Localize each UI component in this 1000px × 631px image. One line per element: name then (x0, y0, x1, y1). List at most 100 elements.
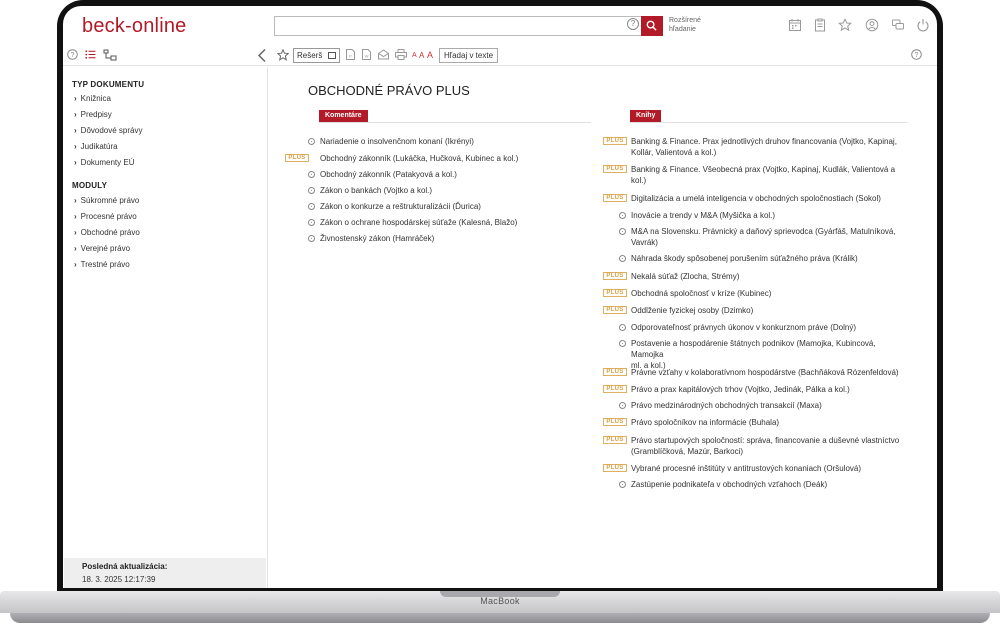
section-tab-commentaries: Komentáre (319, 110, 368, 122)
book-item[interactable]: Digitalizácia a umelá inteligencia v obc… (631, 193, 903, 204)
commentary-item[interactable]: Živnostenský zákon (Hamráček) (320, 233, 434, 244)
plus-badge: PLUS (603, 306, 627, 314)
commentary-item[interactable]: Nariadenie o insolvenčnom konaní (Ikrény… (320, 136, 474, 147)
calendar-icon[interactable] (788, 18, 802, 32)
bullet-icon (308, 219, 315, 226)
book-item-line: Postavenie a hospodárenie štátnych podni… (631, 339, 876, 359)
modules-heading: MODULY (72, 181, 108, 190)
book-item-line: Zastúpenie podnikateľa v obchodných vzťa… (631, 480, 828, 489)
favorite-star-icon[interactable] (277, 49, 289, 61)
svg-text:?: ? (71, 52, 75, 59)
book-item[interactable]: Inovácie a trendy v M&A (Myšička a kol.) (631, 210, 903, 221)
plus-badge: PLUS (603, 368, 627, 376)
list-icon[interactable] (85, 49, 96, 60)
plus-badge: PLUS (285, 154, 309, 162)
book-item-line: Vavrák) (631, 238, 658, 247)
laptop-base: MacBook (0, 591, 1000, 631)
book-item[interactable]: Vybrané procesné inštitúty v antitrustov… (631, 463, 903, 474)
sidebar-item-verejne-pravo[interactable]: Verejné právo (74, 244, 130, 253)
plus-badge: PLUS (603, 436, 627, 444)
chat-icon[interactable] (891, 18, 905, 32)
svg-text:P: P (349, 54, 352, 59)
font-size-large[interactable]: A (427, 50, 433, 60)
sidebar-item-dokumenty-eu[interactable]: Dokumenty EÚ (74, 158, 135, 167)
sidebar: TYP DOKUMENTU Knižnica Predpisy Dôvodové… (63, 67, 268, 588)
search-button[interactable] (641, 16, 663, 36)
book-item[interactable]: Odporovateľnosť právnych úkonov v konkur… (631, 322, 903, 333)
svg-text:W: W (365, 54, 369, 59)
bullet-icon (308, 235, 315, 242)
device-brand-label: MacBook (480, 596, 520, 606)
commentary-item[interactable]: Zákon o konkurze a reštrukturalizácii (Ď… (320, 201, 481, 212)
plus-badge: PLUS (603, 418, 627, 426)
print-icon[interactable] (395, 49, 407, 60)
sidebar-item-obchodne-pravo[interactable]: Obchodné právo (74, 228, 140, 237)
research-button[interactable]: Rešerš (293, 48, 340, 63)
book-item[interactable]: Právo startupových spoločností: správa, … (631, 435, 903, 457)
bullet-icon (619, 340, 626, 347)
book-item-line: Digitalizácia a umelá inteligencia v obc… (631, 194, 881, 203)
book-item[interactable]: Obchodná spoločnosť v kríze (Kubinec) (631, 288, 903, 299)
page-help-icon[interactable]: ? (911, 49, 922, 60)
plus-badge: PLUS (603, 272, 627, 280)
sidebar-item-sukromne-pravo[interactable]: Súkromné právo (74, 196, 140, 205)
star-icon[interactable] (838, 18, 852, 32)
book-item-line: Právo medzinárodných obchodných transakc… (631, 401, 822, 410)
book-item[interactable]: Banking & Finance. Všeobecná prax (Vojtk… (631, 164, 903, 186)
sidebar-item-kniznica[interactable]: Knižnica (74, 94, 111, 103)
last-update-title: Posledná aktualizácia: (82, 562, 168, 571)
user-icon[interactable] (865, 18, 879, 32)
book-item[interactable]: Banking & Finance. Prax jednotlivých dru… (631, 136, 903, 158)
tree-icon[interactable] (103, 49, 117, 61)
sidebar-item-predpisy[interactable]: Predpisy (74, 110, 112, 119)
bullet-icon (308, 203, 315, 210)
commentary-item[interactable]: Zákon o bankách (Vojtko a kol.) (320, 185, 432, 196)
commentary-item[interactable]: Zákon o ochrane hospodárskej súťaže (Kal… (320, 217, 517, 228)
font-size-medium[interactable]: A (419, 51, 424, 60)
book-item-line: (Gramblíčková, Mazúr, Barkoci) (631, 447, 744, 456)
book-item-line: Inovácie a trendy v M&A (Myšička a kol.) (631, 211, 776, 220)
book-item-line: Vybrané procesné inštitúty v antitrustov… (631, 464, 862, 473)
advanced-search-link[interactable]: Rozšírené hľadanie (669, 16, 701, 34)
sidebar-item-judikatura[interactable]: Judikatúra (74, 142, 118, 151)
plus-badge: PLUS (603, 137, 627, 145)
search-input[interactable]: ? (274, 16, 663, 36)
book-item-line: kol.) (631, 176, 647, 185)
book-item[interactable]: Právo spoločníkov na informácie (Buhala) (631, 417, 903, 428)
search-help-icon[interactable]: ? (627, 18, 639, 30)
book-item[interactable]: Zastúpenie podnikateľa v obchodných vzťa… (631, 479, 903, 490)
bullet-icon (619, 324, 626, 331)
book-item[interactable]: M&A na Slovensku. Právnický a daňový spr… (631, 226, 903, 248)
pdf-icon[interactable]: P (346, 49, 355, 60)
book-item-line: Obchodná spoločnosť v kríze (Kubinec) (631, 289, 772, 298)
search-in-text-button[interactable]: Hľadaj v texte (439, 48, 499, 63)
sidebar-item-dovodove-spravy[interactable]: Dôvodové správy (74, 126, 143, 135)
book-item-line: Banking & Finance. Všeobecná prax (Vojtk… (631, 165, 896, 174)
word-icon[interactable]: W (362, 49, 371, 60)
sidebar-item-trestne-pravo[interactable]: Trestné právo (74, 260, 130, 269)
help-icon[interactable]: ? (67, 49, 78, 60)
site-logo[interactable]: beck-online (82, 15, 187, 38)
book-item[interactable]: Nekalá súťaž (Zlocha, Strémy) (631, 271, 903, 282)
email-icon[interactable] (378, 49, 389, 60)
site-header: beck-online ? Rozšírené hľadanie (63, 6, 937, 46)
sidebar-item-procesne-pravo[interactable]: Procesné právo (74, 212, 137, 221)
book-item[interactable]: Právne vzťahy v kolaboratívnom hospodárs… (631, 367, 903, 378)
advanced-search-line-1: Rozšírené (669, 17, 701, 24)
font-size-small[interactable]: A (412, 52, 417, 59)
toolbar: ? Rešerš P W A A A Hľadaj v texte ? (63, 46, 937, 66)
plus-badge: PLUS (603, 464, 627, 472)
commentary-item[interactable]: Obchodný zákonník (Lukáčka, Hučková, Kub… (320, 153, 518, 164)
book-item-line: Právo startupových spoločností: správa, … (631, 436, 900, 445)
book-item[interactable]: Náhrada škody spôsobenej porušením súťaž… (631, 253, 903, 264)
bullet-icon (619, 255, 626, 262)
power-icon[interactable] (916, 18, 930, 32)
book-item[interactable]: Oddlženie fyzickej osoby (Dzimko) (631, 305, 903, 316)
clipboard-icon[interactable] (813, 18, 827, 32)
last-update-box: Posledná aktualizácia: 18. 3. 2025 12:17… (64, 558, 266, 588)
book-item[interactable]: Právo medzinárodných obchodných transakc… (631, 400, 903, 411)
commentary-item[interactable]: Obchodný zákonník (Patakyová a kol.) (320, 169, 457, 180)
back-chevron-icon[interactable] (257, 48, 267, 63)
book-item[interactable]: Právo a prax kapitálových trhov (Vojtko,… (631, 384, 903, 395)
book-item-line: Nekalá súťaž (Zlocha, Strémy) (631, 272, 740, 281)
